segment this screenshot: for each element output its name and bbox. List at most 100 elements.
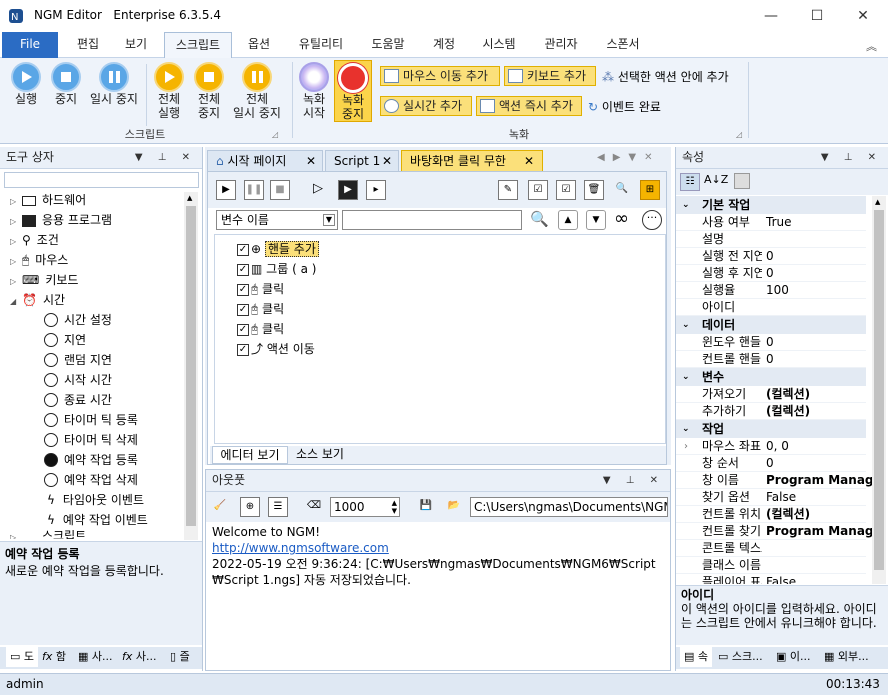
spinner-icon[interactable]: ▲ ▼ xyxy=(392,499,397,515)
stop-icon[interactable]: ■ xyxy=(270,180,290,200)
tab-file[interactable]: File xyxy=(2,32,58,58)
doc-tab-desktop-click[interactable]: 바탕화면 클릭 무한 ✕ xyxy=(401,150,543,171)
clean-icon[interactable]: 🧹 xyxy=(210,497,230,517)
expand-icon[interactable]: › xyxy=(684,438,688,455)
property-value[interactable]: 0, 0 xyxy=(766,438,789,455)
pause-button[interactable]: 일시 중지 xyxy=(86,62,142,106)
categorized-icon[interactable]: ☷ xyxy=(680,173,700,191)
checkbox[interactable]: ✓ xyxy=(237,283,249,296)
toolbox-item-application[interactable]: ▷ 응용 프로그램 xyxy=(10,210,112,230)
property-value[interactable]: 100 xyxy=(766,282,789,299)
property-value[interactable]: 0 xyxy=(766,334,774,351)
toolbox-item-condition[interactable]: ▷ ⚲ 조건 xyxy=(10,230,59,250)
record-start-button[interactable]: 녹화 시작 xyxy=(296,62,332,120)
property-value[interactable]: True xyxy=(766,214,792,231)
toolbox-item-time-set[interactable]: 시간 설정 xyxy=(44,310,112,330)
stop-button[interactable]: 중지 xyxy=(48,62,84,106)
property-value[interactable]: 0 xyxy=(766,265,774,282)
tab-edit[interactable]: 편집 xyxy=(64,32,112,58)
tab-script-props[interactable]: ▭ 스크... xyxy=(718,647,763,667)
tab-user[interactable]: ▦ 사... xyxy=(78,647,113,667)
move-up-icon[interactable]: ▲ xyxy=(558,210,578,230)
toolbox-item-schedule-register[interactable]: 예약 작업 등록 xyxy=(44,450,138,470)
check-icon[interactable]: ☑ xyxy=(556,180,576,200)
event-done-button[interactable]: ↻ 이벤트 완료 xyxy=(588,98,661,115)
property-category[interactable]: ⌄ 작업 xyxy=(676,420,866,438)
tab-user-functions[interactable]: fx 사... xyxy=(122,647,157,667)
scroll-up-icon[interactable]: ▲ xyxy=(187,194,192,202)
website-link[interactable]: http://www.ngmsoftware.com xyxy=(212,540,664,556)
search-icon[interactable]: 🔍 xyxy=(530,210,549,228)
pause-all-button[interactable]: 전체 일시 중지 xyxy=(228,62,286,120)
action-item-group[interactable]: ✓ ▥ 그룹 ( a ) xyxy=(237,259,316,279)
play-icon[interactable]: ▶ xyxy=(216,180,236,200)
toolbox-item-schedule-delete[interactable]: 예약 작업 삭제 xyxy=(44,470,138,490)
tab-utility[interactable]: 유틸리티 xyxy=(288,32,354,58)
toolbox-item-keyboard[interactable]: ▷ ⌨ 키보드 xyxy=(10,270,78,290)
editor-search-input[interactable] xyxy=(342,210,522,230)
list-icon[interactable]: ☰ xyxy=(268,497,288,517)
tab-properties[interactable]: ▤ 속 xyxy=(680,647,713,667)
property-row[interactable]: 컨트롤 찾기 Program Manag xyxy=(676,523,874,540)
tab-external[interactable]: ▦ 외부... xyxy=(824,647,869,667)
action-item-move[interactable]: ✓ ⤴ 액션 이동 xyxy=(237,339,315,359)
collapse-icon[interactable]: ⌄ xyxy=(682,196,690,214)
property-row[interactable]: 사용 여부 True xyxy=(676,214,866,231)
close-tab-icon[interactable]: ✕ xyxy=(382,151,392,171)
collapse-ribbon-icon[interactable]: ︽ xyxy=(866,38,877,54)
mouse-move-add-toggle[interactable]: 마우스 이동 추가 xyxy=(380,66,500,86)
toolbox-item-mouse[interactable]: ▷ 🖱 마우스 xyxy=(10,250,68,270)
edit-icon[interactable]: ✎ xyxy=(498,180,518,200)
property-row[interactable]: 찾기 옵션 False xyxy=(676,489,866,506)
scroll-thumb[interactable] xyxy=(874,210,884,570)
tab-script[interactable]: 스크립트 xyxy=(164,32,232,59)
property-value[interactable]: Program Manag xyxy=(766,523,874,540)
checkbox[interactable]: ✓ xyxy=(237,263,249,276)
property-value[interactable]: 0 xyxy=(766,351,774,368)
add-page-icon[interactable]: ⊕ xyxy=(240,497,260,517)
dialog-launcher-icon[interactable]: ◿ xyxy=(272,130,278,139)
property-row[interactable]: › 마우스 좌표 0, 0 xyxy=(676,438,866,455)
property-value[interactable]: (컬렉션) xyxy=(766,386,810,403)
toolbox-item-timer-register[interactable]: 타이머 틱 등록 xyxy=(44,410,138,430)
property-row[interactable]: 플레이어 표시 False xyxy=(676,574,866,584)
tab-account[interactable]: 계정 xyxy=(420,32,468,58)
search-icon[interactable]: 🔍 xyxy=(612,180,632,200)
toolbox-item-hardware[interactable]: ▷ 하드웨어 xyxy=(10,190,86,210)
property-value[interactable]: False xyxy=(766,574,796,584)
collapse-icon[interactable]: ⌄ xyxy=(682,368,690,386)
action-item-click[interactable]: ✓ 🖰 클릭 xyxy=(237,319,284,339)
doc-tab-script1[interactable]: Script 1 ✕ xyxy=(325,150,399,171)
scroll-up-icon[interactable]: ▲ xyxy=(875,198,880,206)
tab-toolbox[interactable]: ▭ 도 xyxy=(6,647,39,667)
toolbox-scrollbar[interactable]: ▲ xyxy=(184,192,198,540)
run-from-icon[interactable]: ▸ xyxy=(366,180,386,200)
tab-sponsor[interactable]: 스폰서 xyxy=(596,32,650,58)
toolbox-item-script[interactable]: ▷ 스크립트 xyxy=(10,529,86,539)
panel-pin-close-icons[interactable]: ▼ ⊥ ✕ xyxy=(821,147,882,168)
run-button[interactable]: 실행 xyxy=(8,62,44,106)
tab-view[interactable]: 보기 xyxy=(112,32,160,58)
property-row[interactable]: 창 순서 0 xyxy=(676,455,866,472)
tree-view-icon[interactable]: ⊞ xyxy=(640,180,660,200)
keyboard-add-toggle[interactable]: 키보드 추가 xyxy=(504,66,596,86)
action-item-click[interactable]: ✓ 🖰 클릭 xyxy=(237,299,284,319)
close-tab-icon[interactable]: ✕ xyxy=(306,151,316,171)
tab-favorites[interactable]: ▯ 즐 xyxy=(170,647,190,667)
property-value[interactable]: 0 xyxy=(766,455,774,472)
property-row[interactable]: 실행 전 지연 0 xyxy=(676,248,866,265)
property-row[interactable]: 클래스 이름 xyxy=(676,557,866,574)
pause-icon[interactable]: ❚❚ xyxy=(244,180,264,200)
eraser-icon[interactable]: ⌫ xyxy=(304,497,324,517)
panel-pin-close-icons[interactable]: ▼ ⊥ ✕ xyxy=(135,147,196,168)
property-row[interactable]: 창 이름 Program Manag xyxy=(676,472,874,489)
toolbox-item-time[interactable]: ◢ ⏰ 시간 xyxy=(10,290,65,310)
maximize-button[interactable]: ☐ xyxy=(794,0,840,32)
move-down-icon[interactable]: ▼ xyxy=(586,210,606,230)
folder-icon[interactable]: 📂 xyxy=(444,497,464,517)
property-row[interactable]: 실행율 100 xyxy=(676,282,866,299)
toolbox-item-timeout-event[interactable]: ϟ 타임아웃 이벤트 xyxy=(44,490,144,510)
property-value[interactable]: 0 xyxy=(766,248,774,265)
property-row[interactable]: 컨트롤 위치 (컬렉션) xyxy=(676,506,866,523)
property-row[interactable]: 아이디 xyxy=(676,299,866,316)
